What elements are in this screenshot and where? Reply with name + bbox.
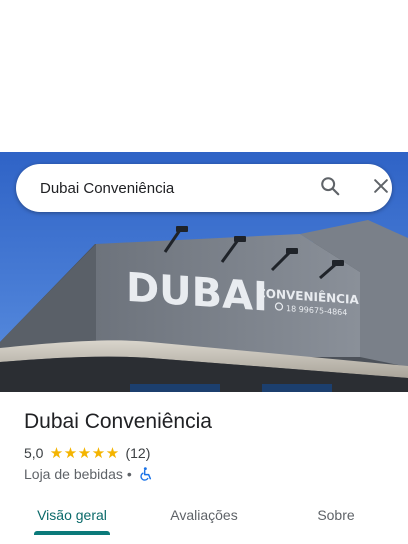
tab-overview[interactable]: Visão geral xyxy=(24,495,120,535)
wheelchair-icon xyxy=(138,466,154,482)
search-icon xyxy=(319,175,341,202)
star-icon: ★ xyxy=(77,444,92,462)
rating-row[interactable]: 5,0 ★ ★ ★ ★ ★ (12) xyxy=(24,444,150,462)
tab-reviews[interactable]: Avaliações xyxy=(156,495,252,535)
clear-search-button[interactable] xyxy=(367,174,395,202)
review-count[interactable]: (12) xyxy=(125,445,150,461)
place-tabs: Visão geral Avaliações Sobre xyxy=(0,495,408,544)
separator-dot: • xyxy=(126,466,132,482)
tab-about[interactable]: Sobre xyxy=(288,495,384,535)
place-name: Dubai Conveniência xyxy=(24,410,212,433)
star-icon: ★ xyxy=(105,444,120,462)
search-button[interactable] xyxy=(316,174,344,202)
category-label: Loja de bebidas xyxy=(24,466,123,482)
star-icon: ★ xyxy=(49,444,64,462)
close-icon xyxy=(371,176,391,201)
category-row: Loja de bebidas • xyxy=(24,465,154,483)
search-bar[interactable] xyxy=(16,164,392,212)
star-icon: ★ xyxy=(63,444,78,462)
search-input[interactable] xyxy=(40,164,300,212)
star-rating: ★ ★ ★ ★ ★ xyxy=(49,446,119,461)
star-icon: ★ xyxy=(91,444,106,462)
rating-value: 5,0 xyxy=(24,445,44,461)
active-tab-indicator xyxy=(34,531,110,535)
blank-top-area xyxy=(0,0,408,152)
